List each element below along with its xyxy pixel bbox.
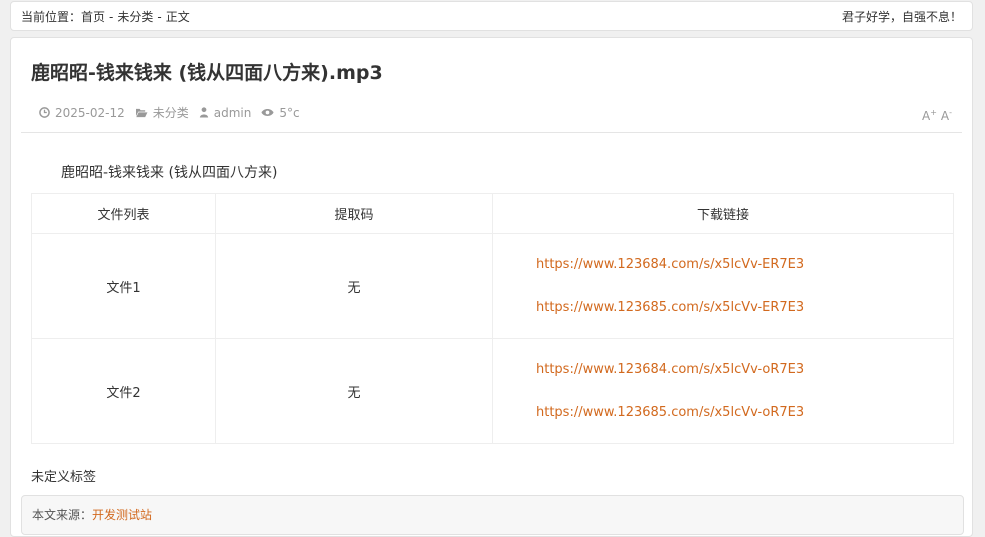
breadcrumb-bar: 当前位置：首页 - 未分类 - 正文 君子好学，自强不息！ xyxy=(10,1,973,31)
meta-author-link[interactable]: admin xyxy=(214,106,252,120)
article-card: 鹿昭昭-钱来钱来 (钱从四面八方来).mp3 2025-02-12 未分类 ad… xyxy=(10,37,973,537)
meta-date: 2025-02-12 xyxy=(39,106,125,120)
download-link[interactable]: https://www.123685.com/s/x5lcVv-oR7E3 xyxy=(536,402,952,423)
source-label: 本文来源： xyxy=(32,508,93,522)
download-links-cell: https://www.123684.com/s/x5lcVv-ER7E3 ht… xyxy=(492,233,954,339)
source-site-link[interactable]: 开发测试站 xyxy=(92,508,152,522)
breadcrumb-home-link[interactable]: 首页 xyxy=(81,10,105,24)
breadcrumb: 当前位置：首页 - 未分类 - 正文 xyxy=(21,8,190,25)
download-link[interactable]: https://www.123684.com/s/x5lcVv-ER7E3 xyxy=(536,254,952,275)
header-extract-code: 提取码 xyxy=(215,193,493,234)
font-decrease-button[interactable]: A- xyxy=(941,108,952,123)
header-file-list: 文件列表 xyxy=(31,193,216,234)
folder-open-icon xyxy=(135,108,148,118)
meta-author: admin xyxy=(199,106,252,120)
source-box: 本文来源：开发测试站 xyxy=(21,495,964,535)
article-tags: 未定义标签 xyxy=(31,470,97,485)
breadcrumb-separator: - xyxy=(109,9,114,24)
eye-icon xyxy=(261,109,274,116)
download-links-cell: https://www.123684.com/s/x5lcVv-oR7E3 ht… xyxy=(492,338,954,444)
site-motto: 君子好学，自强不息！ xyxy=(841,9,962,24)
meta-category-link[interactable]: 未分类 xyxy=(153,104,189,121)
extract-code-cell: 无 xyxy=(215,233,493,339)
meta-views-text: 5°c xyxy=(279,105,300,120)
meta-category: 未分类 xyxy=(135,104,189,121)
article-intro: 鹿昭昭-钱来钱来 (钱从四面八方来) xyxy=(61,165,278,181)
font-increase-button[interactable]: A+ xyxy=(922,108,937,123)
file-name-cell: 文件1 xyxy=(31,233,216,339)
article-title: 鹿昭昭-钱来钱来 (钱从四面八方来).mp3 xyxy=(31,62,383,84)
table-row: 文件2 无 https://www.123684.com/s/x5lcVv-oR… xyxy=(31,338,954,444)
download-link[interactable]: https://www.123685.com/s/x5lcVv-ER7E3 xyxy=(536,297,952,318)
breadcrumb-prefix: 当前位置： xyxy=(21,9,82,24)
extract-code-cell: 无 xyxy=(215,338,493,444)
download-table: 文件列表 提取码 下载链接 文件1 无 https://www.123684.c… xyxy=(31,193,954,444)
clock-icon xyxy=(39,107,50,118)
font-size-control: A+ A- xyxy=(922,108,952,123)
file-name-cell: 文件2 xyxy=(31,338,216,444)
header-download-link: 下载链接 xyxy=(492,193,954,234)
download-link[interactable]: https://www.123684.com/s/x5lcVv-oR7E3 xyxy=(536,359,952,380)
meta-divider xyxy=(21,132,962,133)
table-header-row: 文件列表 提取码 下载链接 xyxy=(31,193,954,234)
table-row: 文件1 无 https://www.123684.com/s/x5lcVv-ER… xyxy=(31,233,954,339)
breadcrumb-category-link[interactable]: 未分类 xyxy=(117,10,153,24)
breadcrumb-separator: - xyxy=(157,9,162,24)
meta-date-text: 2025-02-12 xyxy=(55,105,125,120)
article-meta: 2025-02-12 未分类 admin 5°c xyxy=(39,104,310,121)
meta-views: 5°c xyxy=(261,105,300,120)
user-icon xyxy=(199,107,208,118)
breadcrumb-current: 正文 xyxy=(165,9,190,24)
